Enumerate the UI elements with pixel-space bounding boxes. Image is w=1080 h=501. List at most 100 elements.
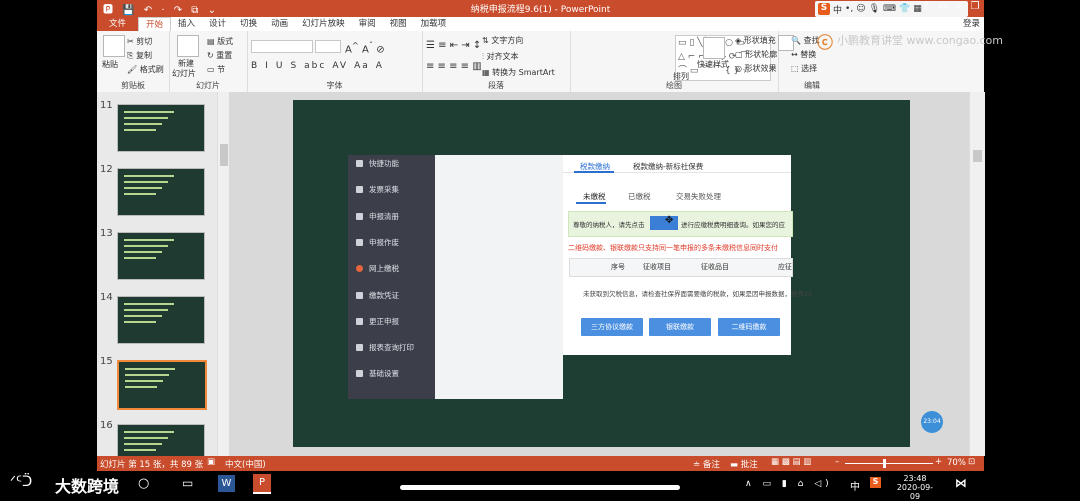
zoom-slider[interactable] <box>845 463 933 464</box>
ribbon-tab-0[interactable]: 文件 <box>97 17 139 31</box>
slide-thumbnail[interactable] <box>117 296 205 344</box>
font-style-button[interactable]: A <box>376 61 384 71</box>
paste-icon[interactable] <box>103 35 125 57</box>
qrcode-payment-button[interactable]: 二维码缴款 <box>718 318 780 336</box>
reset-button[interactable]: ↻ 重置 <box>207 50 232 61</box>
word-icon[interactable]: W <box>218 475 235 492</box>
zoom-in-icon[interactable]: + <box>935 457 942 467</box>
subtab-paid[interactable]: 已缴税 <box>628 191 651 202</box>
shape-fill-button[interactable]: ◈ 形状填充 <box>735 35 776 46</box>
home-indicator[interactable] <box>400 485 680 490</box>
font-name-input[interactable] <box>251 40 313 53</box>
nav-item[interactable]: 基础设置 <box>356 368 399 379</box>
tripartite-payment-button[interactable]: 三方协议缴款 <box>581 318 643 336</box>
text-direction-button[interactable]: ⇅ 文字方向 <box>482 35 523 46</box>
arrange-button[interactable]: 排列 <box>673 71 689 82</box>
slide-thumbnail[interactable] <box>117 104 205 152</box>
select-button[interactable]: ⬚ 选择 <box>791 63 817 74</box>
search-icon[interactable]: ○ <box>138 476 149 491</box>
sogou-tray-icon[interactable]: S <box>870 477 881 488</box>
nav-item[interactable]: 报表查询打印 <box>356 342 414 353</box>
editor-scrollbar[interactable] <box>969 92 985 456</box>
align-text-button[interactable]: ⫶ 对齐文本 <box>482 51 519 62</box>
clock[interactable]: 23:48 2020-09-09 <box>893 474 937 501</box>
format-painter-button[interactable]: 🖌 格式刷 <box>127 64 164 75</box>
task-view-icon[interactable]: ▭ <box>182 476 193 490</box>
cut-button[interactable]: ✂ 剪切 <box>127 36 152 47</box>
ribbon-tab-3[interactable]: 设计 <box>202 17 233 31</box>
nav-item[interactable]: 缴款凭证 <box>356 290 399 301</box>
quick-styles-button[interactable]: 快速样式 <box>697 59 729 70</box>
shape-outline-button[interactable]: ▢ 形状轮廓 <box>735 49 777 60</box>
tab-social-insurance[interactable]: 税款缴纳-新标社保费 <box>633 161 703 172</box>
subtab-unpaid[interactable]: 未缴税 <box>583 191 606 202</box>
ribbon-tab-6[interactable]: 幻灯片放映 <box>295 17 352 31</box>
align-buttons[interactable]: ≡ ≡ ≡ ≡ ▥ <box>426 61 482 72</box>
ribbon-tab-1[interactable]: 开始 <box>138 17 172 31</box>
quick-styles-icon[interactable] <box>703 37 725 59</box>
ribbon-tab-9[interactable]: 加载项 <box>414 17 454 31</box>
find-button[interactable]: 🔍 查找 <box>791 35 820 46</box>
nav-item[interactable]: 申报清册 <box>356 211 399 222</box>
fit-slide-icon[interactable]: ⊡ <box>968 457 975 467</box>
tray-icons[interactable]: ∧ ▭ ▮ ⌂ ◁) <box>745 479 833 489</box>
language-status[interactable]: 中文(中国) <box>225 458 266 470</box>
font-style-button[interactable]: Aa <box>354 61 370 71</box>
nav-item[interactable]: 发票采集 <box>356 184 399 195</box>
zoom-out-icon[interactable]: – <box>835 457 839 467</box>
shape-effects-button[interactable]: ◎ 形状效果 <box>735 63 777 74</box>
new-slide-button-label[interactable]: 幻灯片 <box>172 68 196 79</box>
font-style-button[interactable]: I <box>265 61 270 71</box>
slide-thumbnail[interactable] <box>117 168 205 216</box>
slide-thumbnail[interactable] <box>117 232 205 280</box>
comments-button[interactable]: ▬ 批注 <box>730 458 758 470</box>
font-style-buttons[interactable]: B I U Sabc AV Aa A <box>251 61 390 71</box>
scroll-thumb[interactable] <box>220 144 228 166</box>
ribbon-tab-5[interactable]: 动画 <box>264 17 295 31</box>
ime-lang-indicator[interactable]: 中 <box>850 478 860 493</box>
font-style-button[interactable]: B <box>251 61 259 71</box>
query-button[interactable] <box>650 216 678 230</box>
nav-item[interactable]: 网上缴税 <box>356 263 399 274</box>
copy-button[interactable]: ⎘ 复制 <box>127 50 152 61</box>
ribbon-tab-8[interactable]: 视图 <box>383 17 414 31</box>
nav-item[interactable]: 申报作废 <box>356 237 399 248</box>
font-style-button[interactable]: U <box>276 61 285 71</box>
floating-timer-badge[interactable]: 23:04 <box>921 411 943 433</box>
list-buttons[interactable]: ☰ ≡ ⇤ ⇥ ↕ <box>426 40 481 51</box>
slide-thumbnails-panel[interactable]: 11 12 13 14 15 16 <box>97 92 217 456</box>
font-style-button[interactable]: S <box>290 61 298 71</box>
section-button[interactable]: ▭ 节 <box>207 64 225 75</box>
ribbon-tab-4[interactable]: 切换 <box>233 17 264 31</box>
notes-button[interactable]: ≐ 备注 <box>693 458 720 470</box>
font-size-buttons[interactable]: A^ Aˇ ⊘ <box>345 40 385 55</box>
slide-thumbnail[interactable] <box>117 360 207 410</box>
view-buttons[interactable]: ▦ ▩ ▤ ▥ <box>771 457 811 467</box>
notification-icon[interactable]: ⋈ <box>955 476 967 490</box>
paste-button[interactable]: 粘贴 <box>102 59 118 70</box>
smartart-button[interactable]: ▦ 转换为 SmartArt <box>482 67 555 78</box>
new-slide-icon[interactable] <box>177 35 199 57</box>
font-style-button[interactable]: abc <box>304 61 326 71</box>
font-style-button[interactable]: AV <box>332 61 348 71</box>
help-icon[interactable]: ? <box>918 1 934 15</box>
restore-icon[interactable]: ❐ <box>967 1 983 15</box>
replace-button[interactable]: ↔ 替换 <box>791 49 816 60</box>
nav-item[interactable]: 更正申报 <box>356 316 399 327</box>
layout-button[interactable]: ▤ 版式 <box>207 36 233 47</box>
powerpoint-icon[interactable]: P <box>253 474 271 494</box>
ribbon-tab-7[interactable]: 审阅 <box>352 17 383 31</box>
subtab-failed[interactable]: 交易失败处理 <box>676 191 721 202</box>
spellcheck-icon[interactable]: ▣ <box>207 457 215 467</box>
slide-thumbnail[interactable] <box>117 424 205 456</box>
ribbon-options-icon[interactable]: ▭ <box>935 1 951 15</box>
zoom-level[interactable]: 70% <box>947 458 966 468</box>
editor-scroll-thumb[interactable] <box>973 150 982 162</box>
login-link[interactable]: 登录 <box>963 17 980 29</box>
font-size-input[interactable] <box>315 40 341 53</box>
ribbon-tab-2[interactable]: 插入 <box>171 17 202 31</box>
minimize-icon[interactable]: – <box>951 1 967 15</box>
nav-item[interactable]: 快捷功能 <box>356 158 399 169</box>
unionpay-payment-button[interactable]: 银联缴款 <box>649 318 711 336</box>
zoom-slider-thumb[interactable] <box>883 459 886 468</box>
